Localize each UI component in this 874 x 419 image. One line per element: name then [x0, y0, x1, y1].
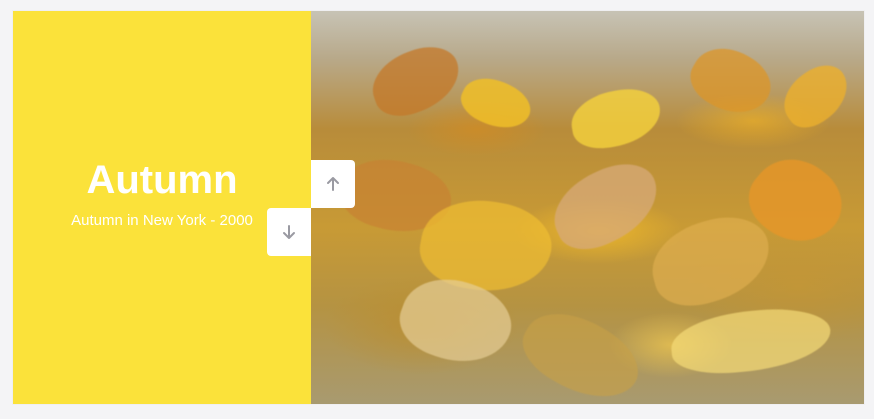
- previous-slide-button[interactable]: [311, 160, 355, 208]
- leaf-shape: [511, 295, 651, 404]
- leaf-shape: [541, 151, 671, 261]
- leaf-shape: [681, 35, 781, 127]
- leaf-shape: [772, 55, 860, 137]
- slide-title: Autumn: [86, 158, 238, 202]
- leaf-shape: [642, 206, 780, 316]
- arrow-down-icon: [283, 225, 295, 239]
- vertical-slider: Autumn Autumn in New York - 2000: [13, 11, 864, 404]
- leaf-shape: [363, 37, 469, 125]
- leaf-shape: [668, 304, 834, 378]
- next-slide-button[interactable]: [267, 208, 311, 256]
- slide-image: [311, 11, 864, 404]
- arrow-up-icon: [327, 177, 339, 191]
- leaf-shape: [566, 83, 666, 154]
- slide-text-panel: Autumn Autumn in New York - 2000: [13, 11, 311, 404]
- leaf-shape: [454, 68, 538, 139]
